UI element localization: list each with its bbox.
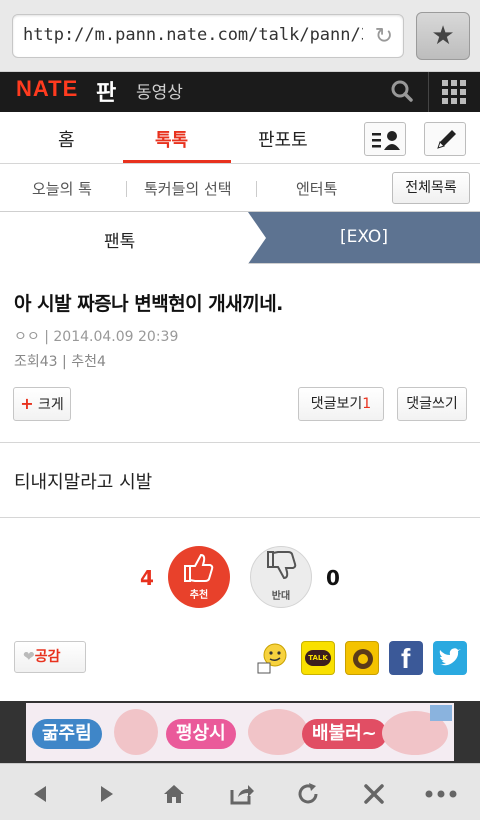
views-label: 조회: [14, 354, 40, 370]
ad-text-3: 배불러~: [302, 719, 387, 749]
downvote-label: 반대: [271, 591, 291, 602]
ad-info-icon[interactable]: [430, 705, 452, 721]
pencil-icon: [437, 130, 456, 149]
tab-photo[interactable]: 판포토: [258, 126, 308, 152]
header-divider: [428, 72, 429, 112]
stats-divider: |: [57, 354, 72, 370]
ad-text-2: 평상시: [166, 719, 236, 749]
nate-header: NATE 판 동영상: [0, 72, 480, 112]
empathy-label: 공감: [34, 649, 61, 665]
plus-icon: +: [20, 394, 34, 413]
sub-tabs: 오늘의 톡 톡커들의 선택 엔터톡 전체목록: [0, 164, 480, 212]
twitter-share-icon[interactable]: [433, 641, 467, 675]
main-tabs: 홈 톡톡 판포토: [0, 112, 480, 164]
home-icon[interactable]: [160, 780, 188, 808]
pig-illustration: [248, 709, 308, 755]
kakaotalk-share-icon[interactable]: TALK: [301, 641, 335, 675]
my-page-button[interactable]: [364, 122, 406, 156]
view-comments-button[interactable]: 댓글보기1: [298, 387, 384, 421]
write-comment-button[interactable]: 댓글쓰기: [397, 387, 467, 421]
pann-logo[interactable]: 판: [96, 75, 116, 107]
kakao-label: TALK: [305, 650, 331, 666]
subtab-today[interactable]: 오늘의 톡: [32, 178, 92, 199]
browser-bottom-bar: [0, 763, 480, 820]
subtab-choice[interactable]: 톡커들의 선택: [144, 178, 232, 199]
refresh-icon[interactable]: [294, 780, 322, 808]
pig-illustration: [114, 709, 158, 755]
divider: [0, 442, 480, 443]
star-icon: ★: [431, 21, 455, 51]
divider: [0, 517, 480, 518]
views-count: 43: [39, 354, 58, 370]
more-icon[interactable]: [424, 780, 458, 808]
post-author[interactable]: ㅇㅇ: [14, 329, 40, 345]
downvote-count: 0: [326, 566, 340, 590]
kakaostory-share-icon[interactable]: [345, 641, 379, 675]
breadcrumb-exo[interactable]: [EXO]: [340, 227, 388, 247]
facebook-share-icon[interactable]: f: [389, 641, 423, 675]
ad-banner[interactable]: 굶주림 평상시 배불러~: [0, 701, 480, 763]
forward-icon[interactable]: [93, 780, 121, 808]
breadcrumb-left-label: 팬톡: [104, 232, 136, 252]
active-tab-indicator: [123, 160, 231, 163]
ad-text-1: 굶주림: [32, 719, 102, 749]
subtab-enter[interactable]: 엔터톡: [296, 178, 337, 199]
font-bigger-label: 크게: [38, 397, 64, 413]
bookmark-star-button[interactable]: ★: [416, 12, 470, 60]
heart-icon: ❤: [23, 649, 35, 665]
comment-count: 1: [362, 396, 372, 412]
upvote-label: 추천: [189, 590, 209, 601]
thumbs-down-icon: [267, 551, 297, 580]
upvote-count: 4: [140, 566, 154, 590]
video-link[interactable]: 동영상: [136, 78, 183, 103]
app-grid-icon[interactable]: [442, 80, 466, 104]
all-list-button[interactable]: 전체목록: [392, 172, 470, 204]
back-icon[interactable]: [26, 780, 54, 808]
post-title: 아 시발 짜증나 변백현이 개새끼네.: [14, 293, 283, 315]
close-icon[interactable]: [360, 780, 388, 808]
font-bigger-button[interactable]: + 크게: [13, 387, 71, 421]
subtab-divider: [256, 181, 257, 197]
breadcrumb-fantalk[interactable]: 팬톡: [0, 212, 266, 264]
view-comments-label: 댓글보기: [310, 396, 363, 412]
write-post-button[interactable]: [424, 122, 466, 156]
thumbs-up-icon: [184, 553, 214, 582]
ad-inner: 굶주림 평상시 배불러~: [26, 703, 454, 761]
post-date: 2014.04.09 20:39: [53, 329, 179, 345]
tab-talk[interactable]: 톡톡: [155, 126, 188, 152]
reload-icon[interactable]: ↻: [375, 24, 393, 49]
post-meta: ㅇㅇ | 2014.04.09 20:39: [14, 326, 178, 346]
upvote-button[interactable]: 추천: [168, 546, 230, 608]
post-body: 티내지말라고 시발: [14, 472, 153, 493]
url-bar[interactable]: http://m.pann.nate.com/talk/pann/3 ↻: [12, 14, 404, 58]
nate-logo[interactable]: NATE: [16, 76, 78, 102]
browser-toolbar: http://m.pann.nate.com/talk/pann/3 ↻ ★: [0, 0, 480, 72]
meta-divider: |: [39, 329, 54, 345]
recommend-label: 추천: [71, 354, 97, 370]
downvote-button[interactable]: 반대: [250, 546, 312, 608]
url-text[interactable]: http://m.pann.nate.com/talk/pann/3: [23, 25, 363, 45]
search-icon[interactable]: [384, 74, 424, 110]
tab-home[interactable]: 홈: [58, 126, 75, 152]
breadcrumb: 팬톡 [EXO]: [0, 212, 480, 264]
empathy-button[interactable]: ❤공감: [14, 641, 86, 673]
post-stats: 조회43 | 추천4: [14, 351, 106, 371]
facebook-glyph: f: [401, 643, 411, 674]
subtab-divider: [126, 181, 127, 197]
user-list-icon: [372, 131, 400, 150]
emoticon-share-icon[interactable]: [256, 641, 290, 675]
share-icon[interactable]: [227, 780, 255, 808]
recommend-count: 4: [96, 354, 106, 370]
